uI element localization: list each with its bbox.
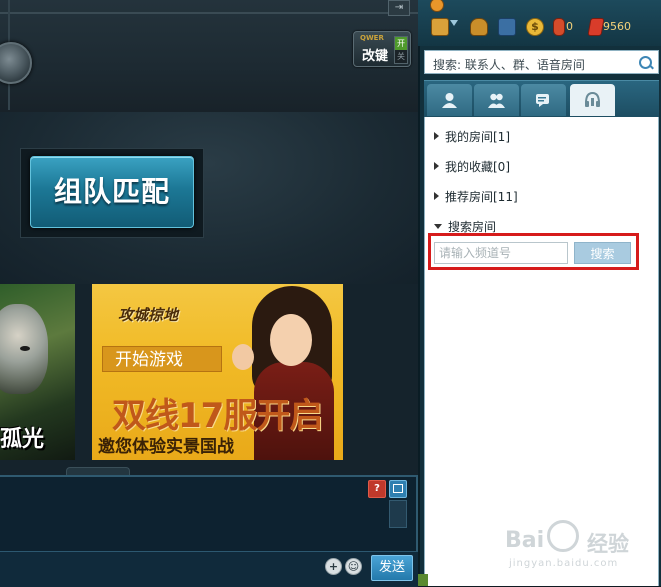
money-bag-icon[interactable]: [470, 18, 488, 36]
group-label: 推荐房间[11]: [445, 190, 518, 204]
banner-left-text: 孤光: [0, 427, 45, 452]
expand-chat-button[interactable]: [389, 480, 407, 498]
corner-decoration: [418, 574, 428, 586]
tab-voice-rooms[interactable]: [570, 84, 615, 116]
chat-scrollbar[interactable]: [389, 500, 407, 528]
group-icon: [488, 93, 505, 108]
hotkey-top-label: QWER: [360, 34, 384, 42]
search-room-button[interactable]: 搜索: [574, 242, 631, 264]
collapsed-triangle-icon: [434, 192, 439, 200]
help-button[interactable]: ?: [368, 480, 386, 498]
hotkey-toggle-button[interactable]: QWER 改键 开 关: [353, 31, 411, 67]
team-match-button[interactable]: 组队匹配: [30, 156, 194, 228]
banner-footer: [0, 460, 418, 477]
ad-subline: 邀您体验实景国战: [98, 437, 234, 457]
person-icon: [442, 93, 457, 108]
window-icon: [393, 484, 403, 493]
gem-count: 9560: [603, 20, 631, 33]
coin-icon[interactable]: $: [526, 18, 544, 36]
search-input[interactable]: 搜索: 联系人、群、语音房间: [433, 56, 585, 73]
group-label: 我的收藏[0]: [445, 160, 510, 174]
send-button[interactable]: 发送: [371, 555, 413, 581]
switch-off: 关: [397, 52, 405, 61]
emoji-icon[interactable]: ☺: [345, 558, 362, 575]
watermark-suffix: 经验: [587, 532, 629, 556]
add-icon[interactable]: +: [325, 558, 342, 575]
game-ad-banner[interactable]: 攻城掠地 开始游戏 双线17服开启 邀您体验实景国战: [92, 284, 343, 460]
collapsed-triangle-icon: [434, 162, 439, 170]
search-icon-handle: [649, 64, 654, 70]
group-label: 搜索房间: [448, 220, 497, 234]
start-game-button[interactable]: 开始游戏: [102, 346, 222, 372]
dropdown-arrow-icon[interactable]: [450, 20, 458, 26]
tab-groups[interactable]: [474, 84, 519, 116]
group-my-rooms[interactable]: 我的房间[1]: [434, 128, 510, 145]
helmet-eye: [20, 346, 30, 351]
collapsed-triangle-icon: [434, 132, 439, 140]
hotkey-switch[interactable]: 开 关: [394, 36, 408, 64]
group-label: 我的房间[1]: [445, 130, 510, 144]
tab-messages[interactable]: [521, 84, 566, 116]
expanded-triangle-icon: [434, 224, 442, 229]
watermark-url: jingyan.baidu.com: [509, 558, 619, 569]
exit-icon[interactable]: ⇥: [388, 0, 410, 16]
channel-number-input[interactable]: [434, 242, 568, 264]
character-hand: [232, 344, 254, 370]
gourd-icon[interactable]: [553, 18, 565, 36]
baidu-watermark: Bai 经验 jingyan.baidu.com: [505, 514, 655, 574]
group-recommended[interactable]: 推荐房间[11]: [434, 188, 518, 205]
ad-logo: 攻城掠地: [118, 306, 179, 324]
group-favorites[interactable]: 我的收藏[0]: [434, 158, 510, 175]
chat-message-area[interactable]: [0, 475, 418, 553]
gourd-count: 0: [566, 20, 573, 33]
watermark-brand: Bai: [505, 528, 545, 553]
treasure-chest-icon[interactable]: [498, 18, 516, 36]
ad-headline: 双线17服开启: [112, 396, 323, 436]
switch-on: 开: [395, 37, 407, 50]
message-icon: [536, 94, 549, 107]
paw-icon: [547, 520, 579, 552]
search-box[interactable]: 搜索: 联系人、群、语音房间: [424, 50, 659, 74]
mailbox-icon[interactable]: [431, 18, 449, 36]
character-face: [270, 314, 312, 366]
hotkey-label: 改键: [362, 49, 389, 64]
banner-left[interactable]: 孤光: [0, 284, 75, 460]
headset-icon: [585, 92, 600, 107]
frame-rail: [0, 12, 418, 14]
tab-contacts[interactable]: [427, 84, 472, 116]
